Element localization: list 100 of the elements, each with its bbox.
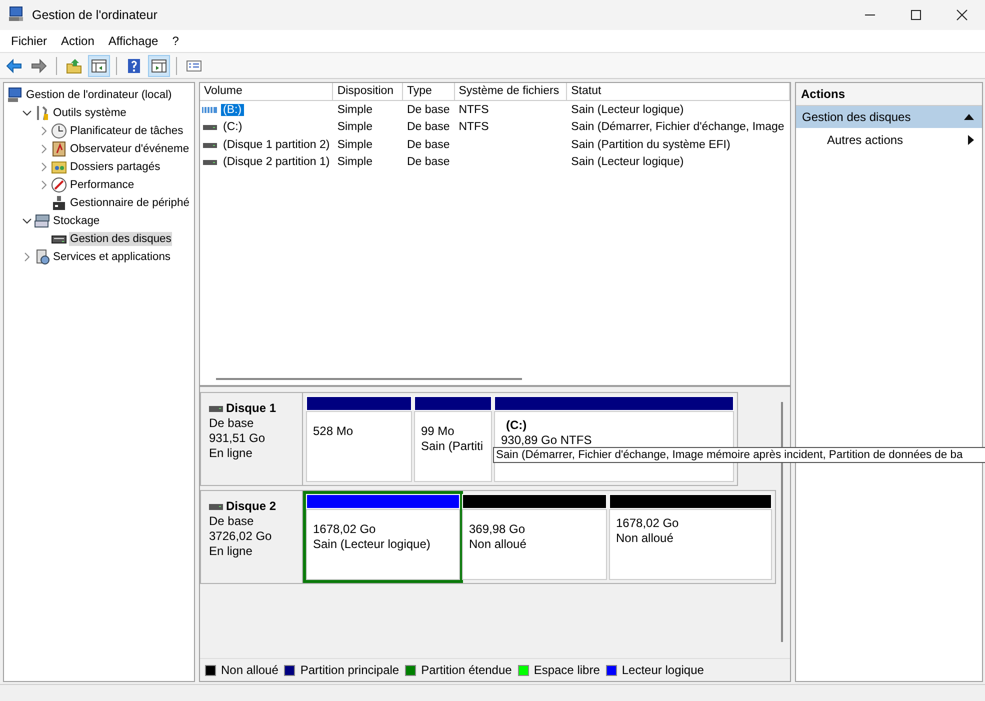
tree-toggle-icon — [91, 58, 107, 74]
chevron-right-icon[interactable] — [39, 126, 49, 136]
partition-info: 1678,02 Go — [313, 522, 377, 537]
partition-info: Non alloué — [469, 537, 528, 552]
chevron-right-icon[interactable] — [22, 252, 32, 262]
legend-label: Partition étendue — [421, 663, 512, 677]
tree-item[interactable]: Dossiers partagés — [69, 160, 162, 174]
column-header[interactable]: Volume — [200, 83, 334, 100]
legend-label: Partition principale — [300, 663, 400, 677]
close-icon — [956, 9, 968, 21]
table-cell: Sain (Démarrer, Fichier d'échange, Image — [571, 121, 784, 134]
partition-info: Sain (Lecteur logique) — [313, 537, 432, 552]
chevron-right-icon[interactable] — [39, 180, 49, 190]
pane-toggle-button[interactable] — [148, 54, 170, 76]
drive-label[interactable]: (Disque 2 partition 1) — [221, 156, 332, 168]
maximize-icon — [910, 9, 922, 21]
chevron-down-icon[interactable] — [22, 216, 32, 226]
back-arrow-icon — [6, 58, 22, 74]
properties-icon — [186, 58, 202, 74]
partition-title: (C:) — [505, 418, 528, 433]
table-cell: De base — [406, 156, 450, 168]
log-book-icon — [51, 141, 67, 157]
forward-arrow-icon — [31, 58, 47, 74]
tree-toggle-button[interactable] — [88, 54, 110, 76]
table-cell: Sain (Partition du système EFI) — [571, 138, 730, 151]
tree-item[interactable]: Planificateur de tâches — [69, 124, 184, 138]
tooltip: Sain (Démarrer, Fichier d'échange, Image mémoire après incident, Partition de données de ba — [493, 447, 985, 463]
partition-info: 930,89 Go NTFS — [501, 433, 593, 448]
tree-item[interactable]: Gestionnaire de périphé — [69, 196, 190, 210]
partition-info: 369,98 Go — [469, 522, 526, 537]
legend-label: Non alloué — [221, 663, 278, 677]
pane-toggle-icon — [151, 58, 167, 74]
tree-item[interactable]: Performance — [69, 178, 136, 192]
partition-info: Non alloué — [616, 531, 674, 546]
computer-icon — [7, 87, 23, 103]
actions-section[interactable]: Gestion des disques — [796, 106, 982, 128]
table-cell: NTFS — [458, 121, 489, 134]
scrollbar-thumb[interactable] — [216, 378, 522, 380]
menu-item[interactable]: Fichier — [4, 34, 54, 48]
menu-item[interactable]: Action — [54, 34, 102, 48]
computer-icon — [8, 6, 24, 22]
chevron-right-icon[interactable] — [39, 162, 49, 172]
table-cell: De base — [406, 138, 450, 151]
table-cell: NTFS — [458, 104, 489, 116]
disk-name: Disque 2 — [226, 499, 276, 514]
storage-icon — [34, 213, 50, 229]
gauge-icon — [51, 177, 67, 193]
device-icon — [51, 195, 67, 211]
partition-info: 1678,02 Go — [616, 516, 680, 531]
window-title: Gestion de l'ordinateur — [32, 8, 158, 22]
legend-label: Espace libre — [534, 663, 600, 677]
services-icon — [34, 249, 50, 265]
drive-label[interactable]: (Disque 1 partition 2) — [221, 138, 332, 151]
shared-folder-icon — [51, 159, 67, 175]
disk-info: En ligne — [209, 544, 254, 559]
actions-header: Actions — [796, 83, 982, 106]
table-cell: De base — [406, 104, 450, 116]
disk-info: 931,51 Go — [209, 431, 266, 446]
partition-info: 528 Mo — [313, 424, 354, 439]
partition-info: Sain (Partiti — [421, 439, 484, 454]
action-item[interactable]: Autres actions — [796, 128, 982, 152]
disk-name: Disque 1 — [226, 401, 276, 416]
tree-item[interactable]: Gestion des disques — [69, 232, 172, 246]
chevron-right-icon[interactable] — [39, 144, 49, 154]
disk-drive-icon — [209, 404, 223, 412]
table-cell: De base — [406, 121, 450, 134]
menu-item[interactable]: Affichage — [101, 34, 166, 48]
disk-info: De base — [209, 514, 255, 529]
help-icon — [126, 58, 142, 74]
disk-info: 3726,02 Go — [209, 529, 273, 544]
section-title: Gestion des disques — [802, 110, 911, 124]
drive-label[interactable]: (C:) — [221, 121, 244, 134]
table-cell: Sain (Lecteur logique) — [571, 104, 684, 116]
tree-item[interactable]: Observateur d'événeme — [69, 142, 190, 156]
tree-item[interactable]: Stockage — [52, 214, 101, 228]
tools-icon — [34, 105, 50, 121]
tree-item[interactable]: Services et applications — [52, 250, 172, 264]
menu-item[interactable]: ? — [165, 34, 186, 48]
column-header[interactable]: Système de fichiers — [454, 83, 568, 100]
drive-label[interactable]: (B:) — [221, 104, 244, 116]
scrollbar-thumb[interactable] — [781, 402, 783, 642]
folder-up-icon — [66, 58, 82, 74]
disk-drive-icon — [209, 502, 223, 510]
legend-label: Lecteur logique — [622, 663, 704, 677]
table-cell: Simple — [337, 138, 372, 151]
column-header[interactable]: Statut — [567, 83, 790, 100]
column-header[interactable]: Disposition — [333, 83, 403, 100]
table-cell: Simple — [337, 104, 372, 116]
partition[interactable]: 1678,02 Go Sain (Lecteur logique) — [303, 491, 463, 583]
tree-item[interactable]: Gestion de l'ordinateur (local) — [25, 88, 173, 102]
column-header[interactable]: Type — [402, 83, 455, 100]
table-cell: Simple — [337, 121, 372, 134]
disk-info: En ligne — [209, 446, 254, 461]
chevron-down-icon[interactable] — [22, 108, 32, 118]
clock-icon — [51, 123, 67, 139]
partition-info: 99 Mo — [421, 424, 456, 439]
table-cell: Sain (Lecteur logique) — [571, 156, 684, 168]
disk-info: De base — [209, 416, 255, 431]
table-cell: Simple — [337, 156, 372, 168]
tree-item[interactable]: Outils système — [52, 106, 128, 120]
